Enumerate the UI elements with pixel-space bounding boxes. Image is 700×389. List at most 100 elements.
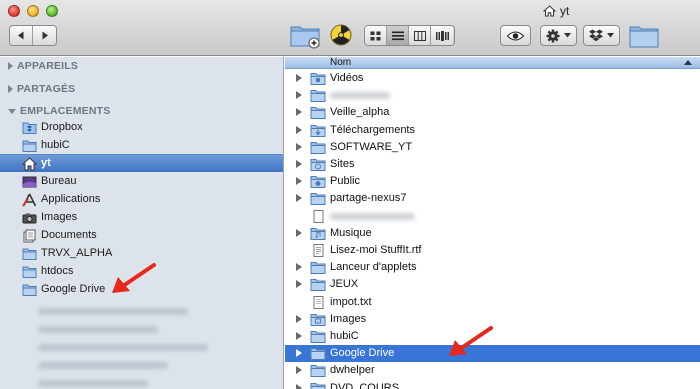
file-row-hubic[interactable]: hubiC — [285, 328, 700, 345]
public-folder-icon — [310, 176, 326, 189]
blurred-file-name — [330, 212, 415, 220]
folder-icon — [22, 284, 37, 296]
sidebar-section-shared[interactable]: PARTAGÉS — [8, 82, 75, 96]
applications-icon — [22, 193, 37, 207]
disclosure-triangle-icon[interactable] — [296, 74, 302, 82]
chevron-down-icon — [564, 33, 571, 38]
action-menu-button[interactable] — [540, 25, 577, 46]
column-header-name[interactable]: Nom — [285, 57, 700, 69]
file-row-label: Vidéos — [330, 72, 364, 84]
disclosure-triangle-icon[interactable] — [296, 383, 302, 389]
disclosure-triangle-icon[interactable] — [296, 332, 302, 340]
sidebar-item-dropbox[interactable]: Dropbox — [0, 119, 283, 137]
pictures-folder-icon — [310, 313, 326, 326]
sidebar-item-hubic[interactable]: hubiC — [0, 137, 283, 155]
sidebar-item-label: Bureau — [41, 175, 77, 187]
window-title-label: yt — [560, 4, 570, 18]
sidebar-item-trvx-alpha[interactable]: TRVX_ALPHA — [0, 245, 283, 263]
sidebar-item-label: Dropbox — [41, 121, 83, 133]
file-row-dvd-cours[interactable]: DVD_COURS — [285, 380, 700, 389]
sidebar-item-yt[interactable]: yt — [0, 154, 283, 172]
path-folder-button[interactable] — [629, 23, 659, 48]
back-forward-control — [9, 25, 57, 46]
sidebar-section-devices[interactable]: APPAREILS — [8, 59, 78, 73]
file-row-impot-txt[interactable]: impot.txt — [285, 294, 700, 311]
disclosure-triangle-icon[interactable] — [296, 125, 302, 134]
dropbox-icon — [589, 29, 603, 42]
blurred-sidebar-item — [38, 344, 208, 351]
blurred-sidebar-item — [38, 308, 188, 315]
sidebar-section-label: EMPLACEMENTS — [20, 105, 111, 117]
file-row-lisez-moi-stuffit-rtf[interactable]: Lisez-moi StuffIt.rtf — [285, 242, 700, 259]
file-row-veille-alpha[interactable]: Veille_alpha — [285, 104, 700, 121]
file-row-label: Images — [330, 312, 367, 325]
sidebar-item-google-drive[interactable]: Google Drive — [0, 281, 283, 299]
file-row-lanceur-d-applets[interactable]: Lanceur d'applets — [285, 259, 700, 276]
new-folder-button[interactable] — [289, 21, 321, 49]
disclosure-triangle-icon[interactable] — [296, 108, 302, 117]
file-row-software-yt[interactable]: SOFTWARE_YT — [285, 139, 700, 156]
list-view-button[interactable] — [387, 26, 409, 45]
folder-icon — [310, 382, 326, 389]
back-button[interactable] — [10, 26, 33, 45]
document-icon — [313, 244, 324, 257]
file-row-label: DVD_COURS — [330, 381, 400, 389]
file-row-vid-os[interactable]: Vidéos — [285, 70, 700, 87]
column-view-button[interactable] — [409, 26, 431, 45]
disclosure-triangle-icon[interactable] — [296, 314, 302, 323]
disclosure-icon — [8, 85, 13, 93]
file-row-jeux[interactable]: JEUX — [285, 276, 700, 293]
file-row-hidden-item[interactable] — [285, 87, 700, 104]
minimize-window-button[interactable] — [27, 5, 39, 17]
file-row-t-l-chargements[interactable]: Téléchargements — [285, 122, 700, 139]
sidebar-item-label: TRVX_ALPHA — [41, 247, 113, 259]
close-window-button[interactable] — [8, 5, 20, 17]
file-row-dwhelper[interactable]: dwhelper — [285, 362, 700, 379]
sidebar-item-bureau[interactable]: Bureau — [0, 173, 283, 191]
disclosure-triangle-icon[interactable] — [296, 91, 302, 100]
quick-look-button[interactable] — [500, 25, 531, 46]
sidebar-item-label: hubiC — [41, 139, 70, 151]
file-row-images[interactable]: Images — [285, 311, 700, 328]
disclosure-icon — [8, 62, 13, 70]
blurred-sidebar-item — [38, 380, 148, 387]
sidebar-item-label: htdocs — [41, 265, 74, 277]
sidebar-item-htdocs[interactable]: htdocs — [0, 263, 283, 281]
file-row-partage-nexus7[interactable]: partage-nexus7 — [285, 190, 700, 207]
folder-icon — [310, 262, 326, 275]
disclosure-triangle-icon[interactable] — [296, 280, 302, 289]
gear-icon — [546, 29, 560, 42]
disclosure-triangle-icon[interactable] — [296, 194, 302, 203]
sidebar-item-documents[interactable]: Documents — [0, 227, 283, 245]
folder-icon — [310, 107, 326, 120]
file-row-label: Musique — [330, 226, 372, 239]
file-row-musique[interactable]: Musique — [285, 225, 700, 242]
disclosure-triangle-icon[interactable] — [296, 349, 302, 358]
sidebar-section-places[interactable]: EMPLACEMENTS — [8, 104, 111, 118]
icon-view-button[interactable] — [365, 26, 387, 45]
disclosure-triangle-icon[interactable] — [296, 263, 302, 272]
disclosure-triangle-icon[interactable] — [296, 142, 302, 151]
coverflow-view-button[interactable] — [431, 26, 453, 45]
disclosure-triangle-icon[interactable] — [296, 228, 302, 237]
sites-folder-icon — [310, 159, 326, 171]
zoom-window-button[interactable] — [46, 5, 58, 17]
dropbox-folder-icon — [22, 122, 37, 134]
file-row-google-drive[interactable]: Google Drive — [285, 345, 700, 363]
sidebar-item-images[interactable]: Images — [0, 209, 283, 227]
file-row-label: dwhelper — [330, 364, 375, 377]
file-row-label: Lisez-moi StuffIt.rtf — [330, 244, 422, 256]
file-row-label: JEUX — [330, 278, 359, 291]
sidebar-item-applications[interactable]: Applications — [0, 191, 283, 209]
disclosure-triangle-icon[interactable] — [296, 177, 302, 186]
disclosure-triangle-icon[interactable] — [296, 160, 302, 168]
column-view-icon — [413, 30, 426, 41]
dropbox-menu-button[interactable] — [583, 25, 620, 46]
file-row-sites[interactable]: Sites — [285, 156, 700, 173]
disclosure-triangle-icon[interactable] — [296, 366, 302, 375]
file-row-label: SOFTWARE_YT — [330, 140, 413, 153]
burn-button[interactable] — [330, 24, 352, 46]
forward-button[interactable] — [33, 26, 56, 45]
file-row-hidden-item[interactable] — [285, 208, 700, 225]
file-row-public[interactable]: Public — [285, 173, 700, 190]
